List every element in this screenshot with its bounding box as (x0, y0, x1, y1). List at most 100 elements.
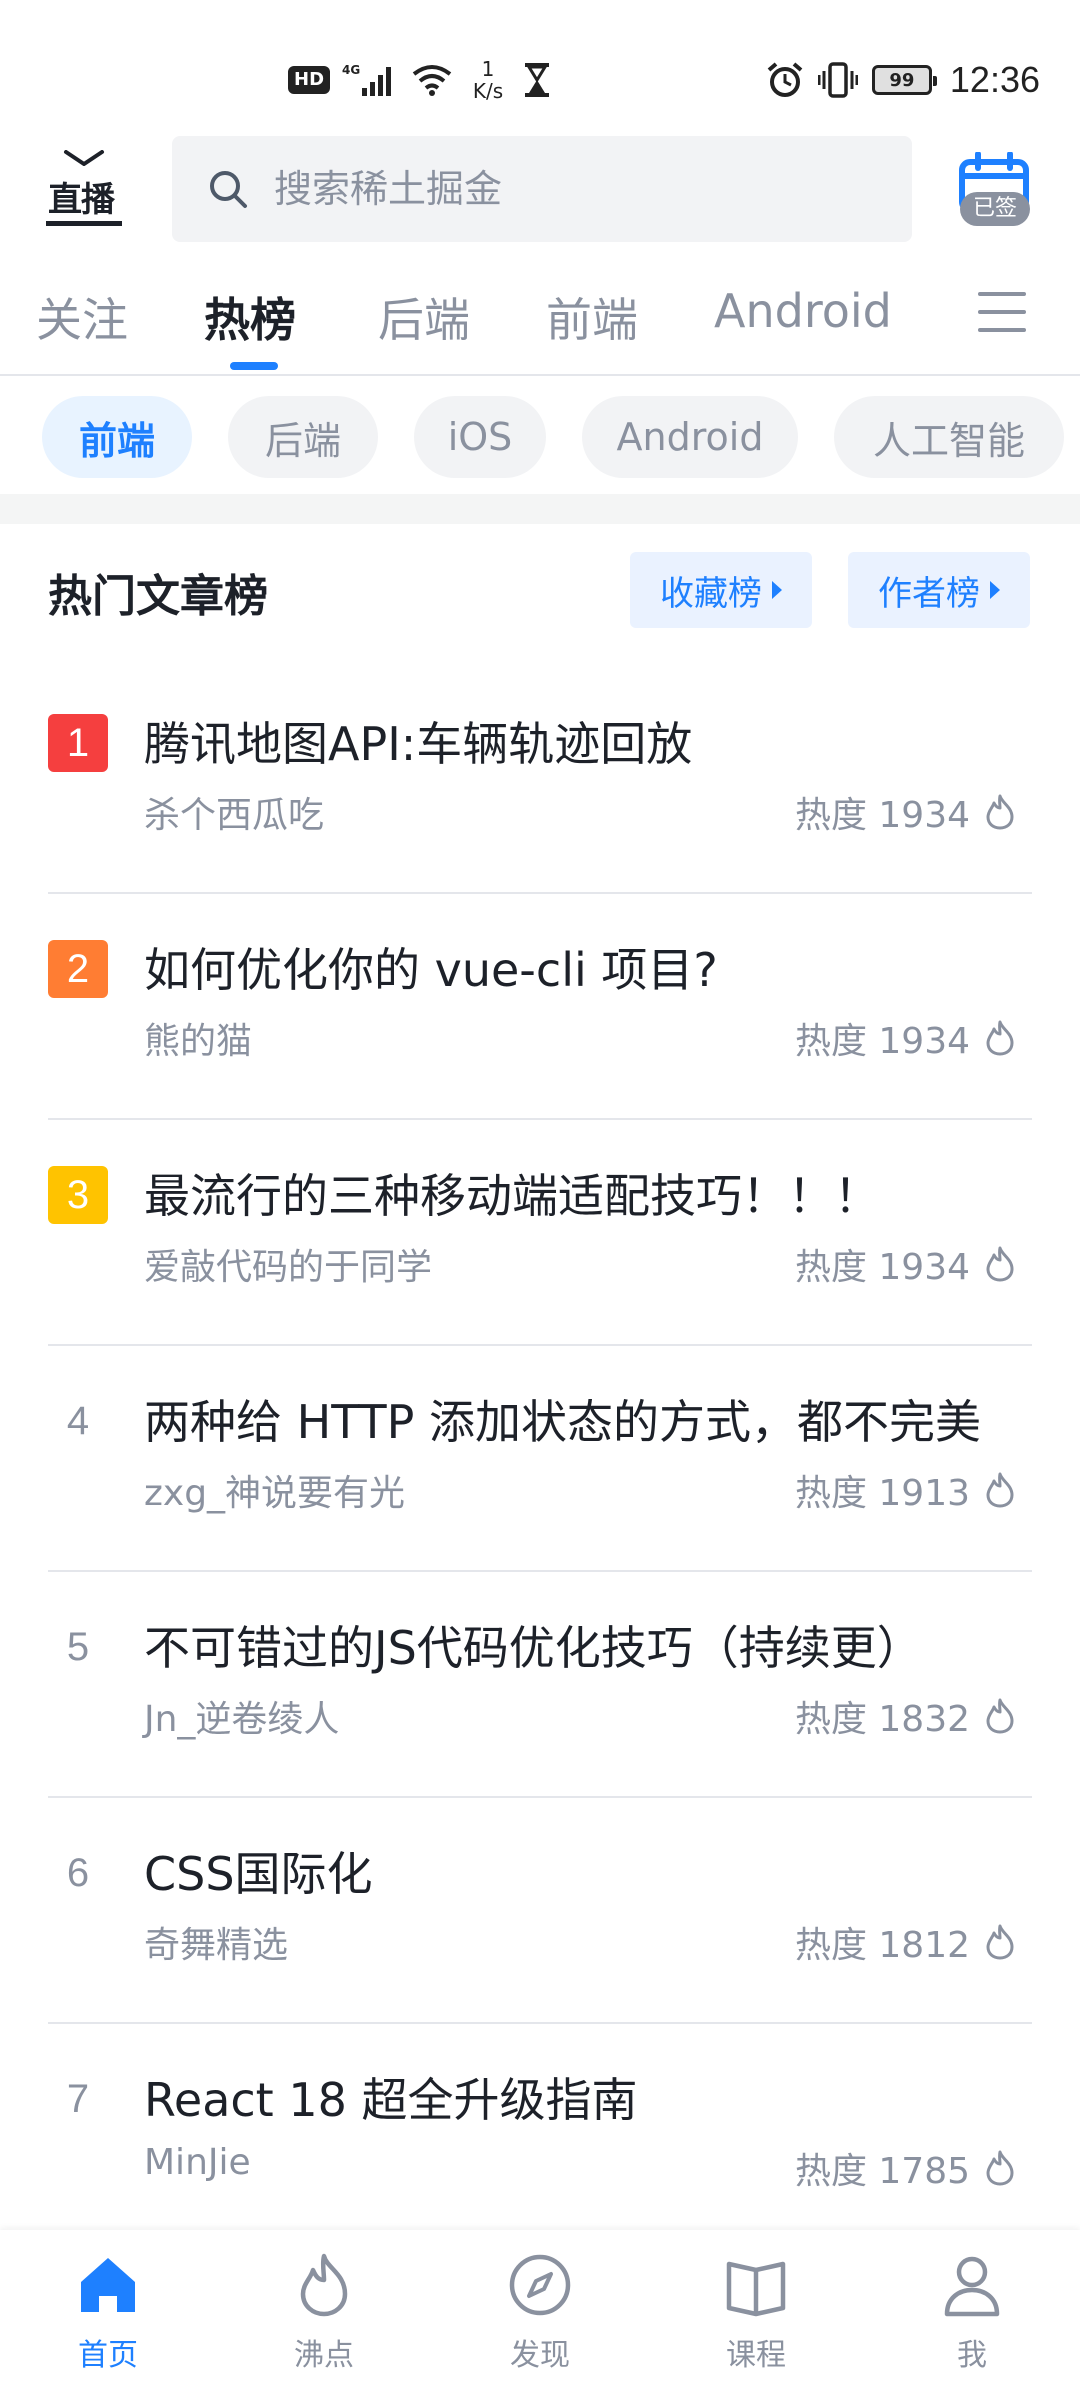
svg-text:4G: 4G (342, 63, 360, 77)
alarm-icon (767, 62, 803, 97)
heat-label: 热度 1934 (794, 795, 970, 836)
article-author[interactable]: Jn_逆卷绫人 (144, 1690, 339, 1742)
nav-home[interactable]: 首页 (38, 2252, 178, 2392)
article-list: 1 腾讯地图API:车辆轨迹回放 杀个西瓜吃 热度 1934 2 如何优化你的 … (0, 668, 1080, 2250)
article-title[interactable]: CSS国际化 (144, 1838, 1044, 1904)
tab-frontend[interactable]: 前端 (546, 284, 638, 350)
nav-pins[interactable]: 沸点 (254, 2252, 394, 2392)
live-button[interactable]: 直播 (46, 150, 124, 228)
chip-ai[interactable]: 人工智能 (834, 396, 1064, 478)
tab-backend[interactable]: 后端 (378, 284, 470, 350)
flame-icon (986, 2150, 1014, 2186)
chip-backend[interactable]: 后端 (228, 396, 378, 478)
chip-ios[interactable]: iOS (414, 396, 546, 478)
flame-icon (986, 794, 1014, 830)
main-tab-bar: 关注 热榜 后端 前端 Android (0, 266, 1080, 376)
heat-label: 热度 1785 (794, 2151, 970, 2192)
nav-label: 我 (957, 2338, 987, 2373)
heat-score: 热度 1934 (795, 1238, 1016, 1290)
flame-icon (986, 1698, 1014, 1734)
article-title[interactable]: 两种给 HTTP 添加状态的方式，都不完美 (144, 1386, 1044, 1452)
search-input[interactable] (274, 167, 834, 211)
user-icon (944, 2256, 1000, 2317)
top-header: 直播 已签 (0, 134, 1080, 244)
network-speed-value: 1 (481, 57, 495, 81)
heat-label: 热度 1832 (794, 1699, 970, 1740)
network-speed: 1 K/s (466, 58, 510, 102)
article-item[interactable]: 6 CSS国际化 奇舞精选 热度 1812 (0, 1798, 1080, 2024)
nav-label: 课程 (726, 2338, 786, 2373)
article-item[interactable]: 7 React 18 超全升级指南 MinJie 热度 1785 (0, 2024, 1080, 2250)
status-time: 12:36 (949, 59, 1040, 100)
article-author[interactable]: 熊的猫 (144, 1012, 252, 1064)
favorites-rank-button[interactable]: 收藏榜 (630, 552, 812, 628)
status-bar: HD 4G 1 K/s 99 12:36 (0, 0, 1080, 130)
network-speed-unit: K/s (472, 79, 504, 103)
heat-score: 热度 1812 (795, 1916, 1016, 1968)
nav-me[interactable]: 我 (902, 2252, 1042, 2392)
heat-label: 热度 1812 (794, 1925, 970, 1966)
battery-icon: 99 (871, 65, 937, 95)
heat-score: 热度 1913 (795, 1464, 1016, 1516)
heat-label: 热度 1913 (794, 1473, 970, 1514)
live-label: 直播 (48, 180, 115, 220)
arrow-right-icon (990, 581, 1000, 599)
chip-frontend[interactable]: 前端 (42, 396, 192, 478)
rank-badge: 5 (66, 1625, 90, 1669)
tab-following[interactable]: 关注 (36, 284, 128, 350)
chip-android[interactable]: Android (582, 396, 798, 478)
menu-icon[interactable] (978, 292, 1026, 336)
heat-label: 热度 1934 (794, 1021, 970, 1062)
article-title[interactable]: 腾讯地图API:车辆轨迹回放 (144, 708, 1044, 774)
section-divider (0, 494, 1080, 524)
flame-icon (986, 1020, 1014, 1056)
nav-courses[interactable]: 课程 (686, 2252, 826, 2392)
article-item[interactable]: 1 腾讯地图API:车辆轨迹回放 杀个西瓜吃 热度 1934 (0, 668, 1080, 894)
article-item[interactable]: 5 不可错过的JS代码优化技巧（持续更） Jn_逆卷绫人 热度 1832 (0, 1572, 1080, 1798)
nav-label: 沸点 (294, 2338, 354, 2373)
article-title[interactable]: 最流行的三种移动端适配技巧！！！ (144, 1160, 1044, 1226)
nav-label: 发现 (510, 2338, 570, 2373)
search-bar[interactable] (172, 136, 912, 242)
article-item[interactable]: 3 最流行的三种移动端适配技巧！！！ 爱敲代码的于同学 热度 1934 (0, 1120, 1080, 1346)
arrow-right-icon (772, 581, 782, 599)
hd-voice-icon: HD (288, 66, 331, 94)
active-tab-indicator (230, 362, 278, 370)
tab-hot-list[interactable]: 热榜 (204, 284, 296, 350)
section-title: 热门文章榜 (48, 571, 268, 622)
tab-android[interactable]: Android (714, 284, 892, 338)
nav-label: 首页 (78, 2338, 138, 2373)
nav-discover[interactable]: 发现 (470, 2252, 610, 2392)
heat-score: 热度 1785 (795, 2142, 1016, 2194)
flame-icon (986, 1924, 1014, 1960)
compass-icon (509, 2254, 571, 2316)
article-item[interactable]: 4 两种给 HTTP 添加状态的方式，都不完美 zxg_神说要有光 热度 191… (0, 1346, 1080, 1572)
flame-icon (986, 1246, 1014, 1282)
heat-score: 热度 1934 (795, 1012, 1016, 1064)
cellular-signal-icon: 4G (342, 63, 392, 96)
article-author[interactable]: 杀个西瓜吃 (144, 786, 324, 838)
article-title[interactable]: React 18 超全升级指南 (144, 2064, 1044, 2130)
rank-badge: 7 (66, 2077, 90, 2121)
article-author[interactable]: 爱敲代码的于同学 (144, 1238, 432, 1290)
signed-in-badge: 已签 (960, 192, 1030, 226)
article-item[interactable]: 2 如何优化你的 vue-cli 项目? 熊的猫 热度 1934 (0, 894, 1080, 1120)
article-author[interactable]: zxg_神说要有光 (144, 1464, 405, 1516)
sign-in-calendar-button[interactable]: 已签 (956, 151, 1032, 228)
article-author[interactable]: 奇舞精选 (144, 1916, 288, 1968)
heat-score: 热度 1934 (795, 786, 1016, 838)
book-icon (726, 2261, 786, 2317)
heat-label: 热度 1934 (794, 1247, 970, 1288)
rank-badge: 6 (66, 1851, 90, 1895)
vibrate-icon (817, 62, 858, 98)
rank-badge: 1 (48, 714, 108, 772)
rank-badge: 3 (48, 1166, 108, 1224)
hourglass-icon (525, 63, 550, 97)
authors-rank-button[interactable]: 作者榜 (848, 552, 1030, 628)
search-icon (210, 171, 247, 208)
home-icon (81, 2258, 135, 2312)
article-author[interactable]: MinJie (144, 2142, 251, 2183)
article-title[interactable]: 如何优化你的 vue-cli 项目? (144, 934, 1044, 1000)
article-title[interactable]: 不可错过的JS代码优化技巧（持续更） (144, 1612, 1044, 1678)
flame-icon (986, 1472, 1014, 1508)
